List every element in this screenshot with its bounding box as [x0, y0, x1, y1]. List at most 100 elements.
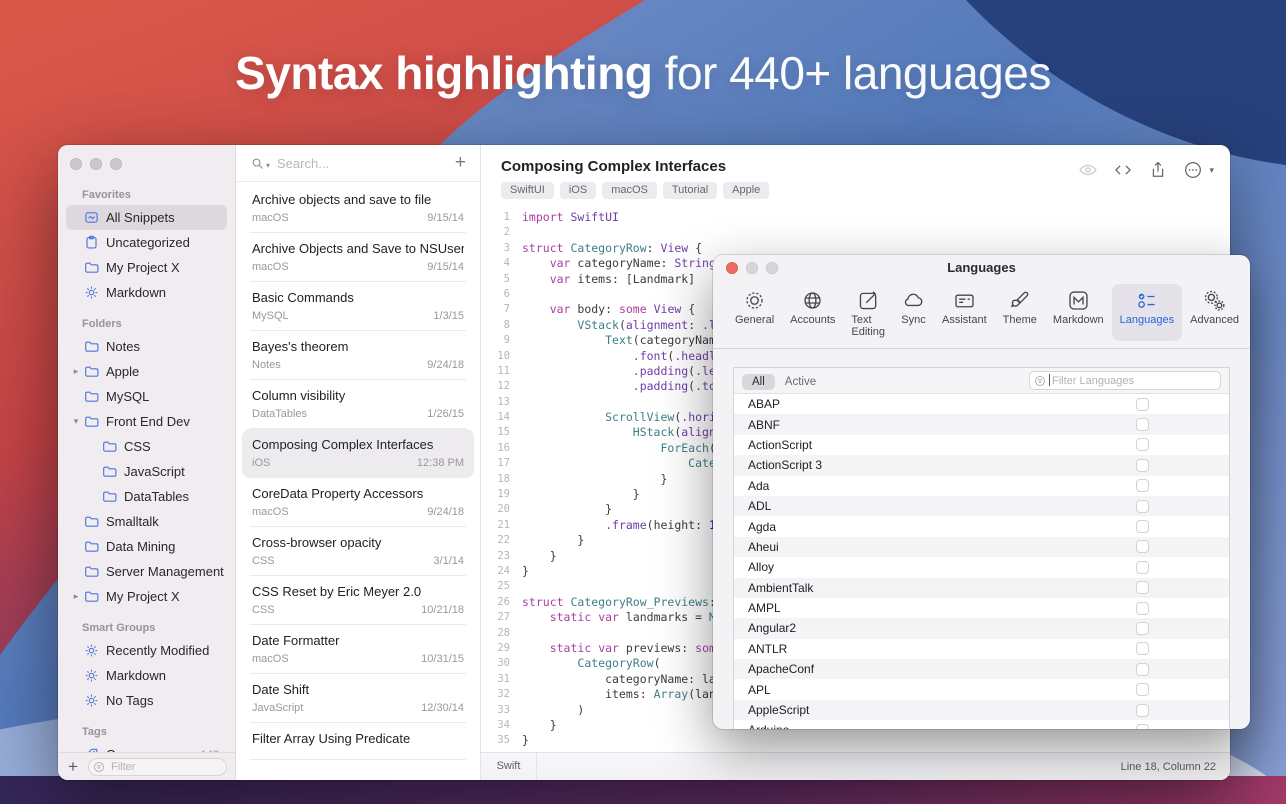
language-checkbox[interactable]: [1136, 500, 1149, 513]
add-button[interactable]: +: [64, 758, 82, 775]
language-row-actionscript-3[interactable]: ActionScript 3: [734, 455, 1229, 475]
language-checkbox[interactable]: [1136, 622, 1149, 635]
tag-pill-swiftui[interactable]: SwiftUI: [501, 182, 554, 199]
language-row-aheui[interactable]: Aheui: [734, 537, 1229, 557]
sidebar-item-all-snippets[interactable]: All Snippets: [66, 205, 227, 230]
snippet-item-coredata-property-accessors[interactable]: CoreData Property AccessorsmacOS9/24/18: [236, 478, 480, 527]
language-row-abnf[interactable]: ABNF: [734, 414, 1229, 434]
language-row-arduino[interactable]: Arduino: [734, 720, 1229, 729]
disclosure-right-icon[interactable]: ▸: [70, 591, 82, 602]
sidebar-item-javascript[interactable]: JavaScript: [66, 459, 227, 484]
language-checkbox[interactable]: [1136, 398, 1149, 411]
sidebar-item-front-end-dev[interactable]: ▾Front End Dev: [66, 409, 227, 434]
close-button[interactable]: [70, 158, 82, 170]
language-row-actionscript[interactable]: ActionScript: [734, 435, 1229, 455]
search-scope-chevron-icon[interactable]: ▾: [266, 161, 270, 170]
preferences-tab-theme[interactable]: Theme: [995, 284, 1045, 341]
sidebar-item-css[interactable]: CSS: [66, 434, 227, 459]
zoom-button[interactable]: [110, 158, 122, 170]
languages-filter-input[interactable]: [1029, 371, 1221, 390]
disclosure-down-icon[interactable]: ▾: [70, 416, 82, 427]
minimize-button[interactable]: [90, 158, 102, 170]
minimize-button[interactable]: [746, 262, 758, 274]
sidebar-item-server-management[interactable]: Server Management: [66, 559, 227, 584]
sidebar-item-uncategorized[interactable]: Uncategorized: [66, 230, 227, 255]
more-options-chevron-icon[interactable]: ▾: [1209, 165, 1214, 176]
language-checkbox[interactable]: [1136, 520, 1149, 533]
snippet-item-cross-browser-opacity[interactable]: Cross-browser opacityCSS3/1/14: [236, 527, 480, 576]
sidebar-item-recently-modified[interactable]: Recently Modified: [66, 638, 227, 663]
sidebar-item-markdown[interactable]: Markdown: [66, 280, 227, 305]
preferences-tab-general[interactable]: General: [727, 284, 782, 341]
tag-pill-apple[interactable]: Apple: [723, 182, 769, 199]
sidebar-item-markdown[interactable]: Markdown: [66, 663, 227, 688]
sidebar-item-no-tags[interactable]: No Tags: [66, 688, 227, 713]
tag-pill-ios[interactable]: iOS: [560, 182, 596, 199]
share-icon[interactable]: [1148, 160, 1168, 180]
segment-active[interactable]: Active: [775, 374, 826, 390]
language-checkbox[interactable]: [1136, 418, 1149, 431]
sidebar-item-my-project-x[interactable]: ▸My Project X: [66, 584, 227, 609]
sidebar-item-notes[interactable]: Notes: [66, 334, 227, 359]
language-checkbox[interactable]: [1136, 438, 1149, 451]
snippet-item-bayes-s-theorem[interactable]: Bayes's theoremNotes9/24/18: [236, 331, 480, 380]
sidebar-item-my-project-x[interactable]: My Project X: [66, 255, 227, 280]
language-checkbox[interactable]: [1136, 459, 1149, 472]
segment-all[interactable]: All: [742, 374, 775, 390]
tag-pill-tutorial[interactable]: Tutorial: [663, 182, 717, 199]
language-row-angular2[interactable]: Angular2: [734, 618, 1229, 638]
snippet-item-basic-commands[interactable]: Basic CommandsMySQL1/3/15: [236, 282, 480, 331]
preview-eye-icon[interactable]: [1078, 160, 1098, 180]
snippet-item-date-shift[interactable]: Date ShiftJavaScript12/30/14: [236, 674, 480, 723]
snippet-item-column-visibility[interactable]: Column visibilityDataTables1/26/15: [236, 380, 480, 429]
sidebar-item-datatables[interactable]: DataTables: [66, 484, 227, 509]
preferences-tab-assistant[interactable]: Assistant: [934, 284, 995, 341]
snippet-item-composing-complex-interfaces[interactable]: Composing Complex InterfacesiOS12:38 PM: [242, 429, 474, 478]
preferences-tab-advanced[interactable]: Advanced: [1182, 284, 1247, 341]
language-row-ambienttalk[interactable]: AmbientTalk: [734, 578, 1229, 598]
more-options-icon[interactable]: [1183, 160, 1203, 180]
language-row-antlr[interactable]: ANTLR: [734, 639, 1229, 659]
close-button[interactable]: [726, 262, 738, 274]
language-checkbox[interactable]: [1136, 663, 1149, 676]
language-checkbox[interactable]: [1136, 704, 1149, 717]
language-row-abap[interactable]: ABAP: [734, 394, 1229, 414]
snippet-item-filter-array-using-predicate[interactable]: Filter Array Using Predicate: [236, 723, 480, 760]
sidebar-item-data-mining[interactable]: Data Mining: [66, 534, 227, 559]
snippet-item-date-formatter[interactable]: Date FormattermacOS10/31/15: [236, 625, 480, 674]
search-input[interactable]: [277, 156, 455, 171]
language-checkbox[interactable]: [1136, 479, 1149, 492]
language-checkbox[interactable]: [1136, 642, 1149, 655]
language-row-applescript[interactable]: AppleScript: [734, 700, 1229, 720]
language-row-adl[interactable]: ADL: [734, 496, 1229, 516]
language-row-alloy[interactable]: Alloy: [734, 557, 1229, 577]
zoom-button[interactable]: [766, 262, 778, 274]
language-row-agda[interactable]: Agda: [734, 516, 1229, 536]
language-checkbox[interactable]: [1136, 561, 1149, 574]
sidebar-item-apple[interactable]: ▸Apple: [66, 359, 227, 384]
language-checkbox[interactable]: [1136, 683, 1149, 696]
preferences-tab-text-editing[interactable]: Text Editing: [843, 284, 893, 341]
disclosure-right-icon[interactable]: ▸: [70, 366, 82, 377]
sidebar-filter-input[interactable]: [88, 758, 227, 776]
preferences-tab-sync[interactable]: Sync: [893, 284, 934, 341]
language-row-apacheconf[interactable]: ApacheConf: [734, 659, 1229, 679]
snippet-item-archive-objects-and-save-to-file[interactable]: Archive objects and save to filemacOS9/1…: [236, 184, 480, 233]
sidebar-item-smalltalk[interactable]: Smalltalk: [66, 509, 227, 534]
language-row-ada[interactable]: Ada: [734, 476, 1229, 496]
language-checkbox[interactable]: [1136, 581, 1149, 594]
preferences-tab-accounts[interactable]: Accounts: [782, 284, 843, 341]
language-checkbox[interactable]: [1136, 540, 1149, 553]
preferences-tab-markdown[interactable]: Markdown: [1045, 284, 1112, 341]
language-checkbox[interactable]: [1136, 724, 1149, 729]
language-row-ampl[interactable]: AMPL: [734, 598, 1229, 618]
new-snippet-button[interactable]: +: [455, 152, 466, 174]
preferences-tab-languages[interactable]: Languages: [1112, 284, 1182, 341]
snippet-item-archive-objects-and-save-to-nsuser[interactable]: Archive Objects and Save to NSUser...mac…: [236, 233, 480, 282]
code-view-icon[interactable]: [1113, 160, 1133, 180]
tag-pill-macos[interactable]: macOS: [602, 182, 657, 199]
language-row-apl[interactable]: APL: [734, 679, 1229, 699]
search-icon[interactable]: [250, 156, 265, 171]
snippet-item-css-reset-by-eric-meyer-2-0[interactable]: CSS Reset by Eric Meyer 2.0CSS10/21/18: [236, 576, 480, 625]
language-checkbox[interactable]: [1136, 602, 1149, 615]
